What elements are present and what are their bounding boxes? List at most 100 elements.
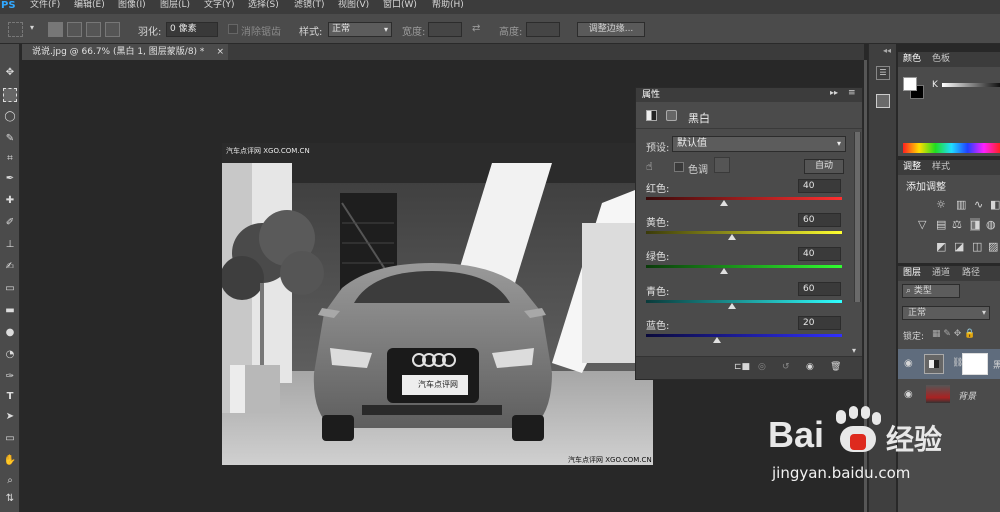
zoom-tool-icon[interactable]: ⌕ — [3, 474, 17, 488]
pen-tool-icon[interactable]: ✑ — [3, 370, 17, 384]
new-selection-icon[interactable] — [48, 22, 63, 37]
visibility-icon[interactable]: ◉ — [806, 362, 814, 372]
eyedropper-tool-icon[interactable]: ✒ — [3, 172, 17, 186]
lasso-tool-icon[interactable]: ◯ — [3, 110, 17, 124]
slider-track[interactable] — [646, 265, 842, 268]
levels-icon[interactable]: ▥ — [956, 198, 966, 211]
slider-track[interactable] — [646, 334, 842, 337]
tab-swatches[interactable]: 色板 — [932, 53, 950, 66]
menu-layer[interactable]: 图层(L) — [160, 0, 190, 11]
delete-icon[interactable]: 🗑 — [830, 362, 841, 372]
tab-properties[interactable]: 属性 — [642, 89, 660, 102]
menu-filter[interactable]: 滤镜(T) — [294, 0, 325, 11]
brush-tool-icon[interactable]: ✐ — [3, 216, 17, 230]
tint-checkbox[interactable] — [674, 162, 684, 172]
intersect-selection-icon[interactable] — [105, 22, 120, 37]
properties-panel-icon[interactable] — [876, 94, 890, 108]
tab-channels[interactable]: 通道 — [932, 267, 950, 280]
refine-edge-button[interactable]: 调整边缘... — [577, 22, 645, 37]
style-select[interactable]: 正常 ▾ — [328, 22, 392, 37]
history-panel-icon[interactable]: ☰ — [876, 66, 890, 80]
shape-tool-icon[interactable]: ▭ — [3, 432, 17, 446]
document-tab[interactable]: 说说.jpg @ 66.7% (黑白 1, 图层蒙版/8) * × — [22, 44, 228, 60]
scroll-down-icon[interactable]: ▾ — [852, 346, 856, 355]
add-selection-icon[interactable] — [67, 22, 82, 37]
slider-thumb[interactable] — [728, 234, 737, 240]
posterize-icon[interactable]: ◪ — [954, 240, 964, 253]
subtract-selection-icon[interactable] — [86, 22, 101, 37]
clip-to-layer-icon[interactable]: ⊏■ — [734, 362, 750, 372]
slider-thumb[interactable] — [712, 337, 721, 343]
targeted-adjust-icon[interactable]: ☝ — [646, 160, 653, 173]
quick-select-tool-icon[interactable]: ✎ — [3, 132, 17, 146]
eraser-tool-icon[interactable]: ▭ — [3, 282, 17, 296]
menu-type[interactable]: 文字(Y) — [204, 0, 235, 11]
close-icon[interactable]: × — [216, 44, 224, 60]
panel-menu-icon[interactable]: ≡ — [848, 88, 856, 98]
view-previous-icon[interactable]: ◎ — [758, 362, 766, 372]
layer-mask-thumbnail[interactable] — [962, 353, 988, 375]
menu-help[interactable]: 帮助(H) — [432, 0, 464, 11]
black-white-icon[interactable]: ◨ — [970, 218, 981, 231]
marquee-preset-icon[interactable] — [8, 22, 23, 37]
swap-icon[interactable]: ⇄ — [472, 23, 480, 34]
gradient-tool-icon[interactable]: ▬ — [3, 304, 17, 318]
reset-icon[interactable]: ↺ — [782, 362, 790, 372]
path-select-icon[interactable]: ➤ — [3, 410, 17, 424]
curves-icon[interactable]: ∿ — [974, 198, 983, 211]
gradient-map-icon[interactable]: ▨ — [988, 240, 998, 253]
history-brush-icon[interactable]: ✍ — [3, 260, 17, 274]
tab-layers[interactable]: 图层 — [903, 267, 921, 280]
height-input[interactable] — [526, 22, 560, 37]
type-tool-icon[interactable]: T — [3, 390, 17, 404]
slider-track[interactable] — [646, 197, 842, 200]
slider-value-input[interactable]: 40 — [798, 179, 841, 193]
blend-mode-select[interactable]: 正常 ▾ — [902, 306, 990, 320]
invert-icon[interactable]: ◩ — [936, 240, 946, 253]
slider-thumb[interactable] — [720, 200, 729, 206]
dodge-tool-icon[interactable]: ◔ — [3, 348, 17, 362]
menu-image[interactable]: 图像(I) — [118, 0, 146, 11]
slider-track[interactable] — [646, 300, 842, 303]
move-tool-icon[interactable]: ✥ — [3, 66, 17, 80]
tab-adjustments[interactable]: 调整 — [903, 161, 921, 174]
brightness-icon[interactable]: ☼ — [936, 198, 946, 211]
adjustment-layer-icon[interactable] — [646, 110, 657, 121]
collapse-icon[interactable]: ◂◂ — [883, 46, 891, 55]
feather-input[interactable]: 0 像素 — [166, 22, 218, 37]
tab-color[interactable]: 颜色 — [903, 53, 921, 66]
preset-select[interactable]: 默认值 ▾ — [672, 136, 846, 152]
canvas-image[interactable]: 汽车点评网 XGO.COM.CN 汽车点评网 汽车点评网 XGO.COM.CN — [222, 143, 653, 465]
antialias-checkbox[interactable] — [228, 24, 238, 34]
mask-icon[interactable] — [666, 110, 677, 121]
color-ramp[interactable] — [903, 143, 1000, 153]
layer-filter-select[interactable]: ⌕ 类型 — [902, 284, 960, 298]
visibility-eye-icon[interactable]: ◉ — [904, 358, 913, 369]
marquee-tool-icon[interactable] — [3, 88, 17, 102]
k-slider[interactable] — [942, 83, 1000, 87]
collapse-icon[interactable]: ▸▸ — [830, 88, 838, 97]
hue-saturation-icon[interactable]: ▤ — [936, 218, 946, 231]
panel-scrollbar[interactable] — [854, 132, 861, 302]
layer-row[interactable]: ◉ ⛓ 黑 — [898, 349, 1000, 379]
slider-thumb[interactable] — [720, 268, 729, 274]
menu-edit[interactable]: 编辑(E) — [74, 0, 105, 11]
vibrance-icon[interactable]: ▽ — [918, 218, 926, 231]
healing-tool-icon[interactable]: ✚ — [3, 194, 17, 208]
tab-styles[interactable]: 样式 — [932, 161, 950, 174]
slider-track[interactable] — [646, 231, 842, 234]
visibility-eye-icon[interactable]: ◉ — [904, 389, 913, 400]
crop-tool-icon[interactable]: ⌗ — [3, 152, 17, 166]
default-colors-icon[interactable]: ⇅ — [3, 492, 17, 506]
chevron-down-icon[interactable]: ▾ — [30, 23, 34, 32]
foreground-color-swatch[interactable] — [903, 77, 917, 91]
width-input[interactable] — [428, 22, 462, 37]
tab-paths[interactable]: 路径 — [962, 267, 980, 280]
tint-color-swatch[interactable] — [714, 157, 730, 173]
photo-filter-icon[interactable]: ◍ — [986, 218, 996, 231]
slider-value-input[interactable]: 20 — [798, 316, 841, 330]
slider-value-input[interactable]: 60 — [798, 213, 841, 227]
slider-value-input[interactable]: 40 — [798, 247, 841, 261]
menu-view[interactable]: 视图(V) — [338, 0, 369, 11]
threshold-icon[interactable]: ◫ — [972, 240, 982, 253]
